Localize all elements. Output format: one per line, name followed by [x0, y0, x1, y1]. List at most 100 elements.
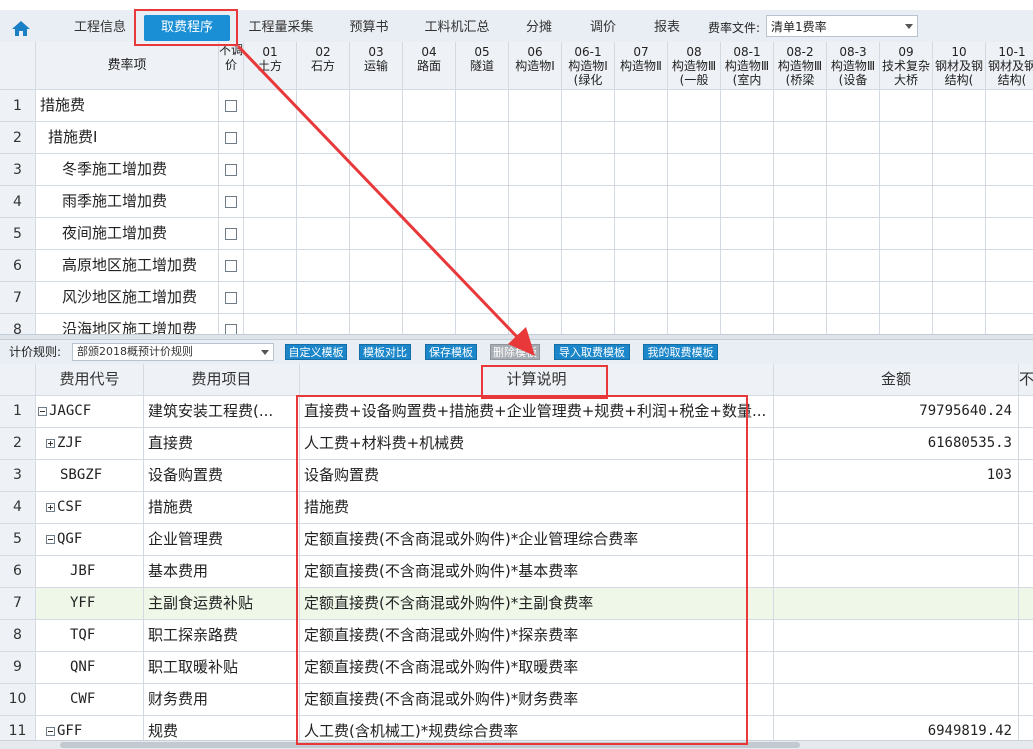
amount-cell[interactable]	[774, 684, 1019, 716]
rate-cell[interactable]	[986, 218, 1033, 250]
rate-cell[interactable]	[615, 154, 668, 186]
fee-code-cell[interactable]: CWF	[36, 684, 144, 716]
not-adjust-checkbox[interactable]	[225, 228, 237, 240]
rate-cell[interactable]	[827, 218, 880, 250]
rate-cell[interactable]	[297, 314, 350, 334]
not-adjust-checkbox[interactable]	[225, 164, 237, 176]
rate-cell[interactable]	[774, 250, 827, 282]
rate-item-name[interactable]: 高原地区施工增加费	[36, 250, 219, 282]
rate-cell[interactable]	[244, 186, 297, 218]
rate-item-name[interactable]: 沿海地区施工增加费	[36, 314, 219, 334]
rate-cell[interactable]	[456, 250, 509, 282]
rate-cell[interactable]	[668, 282, 721, 314]
rate-item-name[interactable]: 雨季施工增加费	[36, 186, 219, 218]
rate-cell[interactable]	[668, 218, 721, 250]
rate-cell[interactable]	[509, 90, 562, 122]
rate-cell[interactable]	[562, 122, 615, 154]
rate-cell[interactable]	[350, 154, 403, 186]
rate-cell[interactable]	[668, 250, 721, 282]
rate-cell[interactable]	[668, 154, 721, 186]
rate-cell[interactable]	[668, 122, 721, 154]
horizontal-scrollbar[interactable]	[0, 740, 1033, 749]
fee-item-cell[interactable]: 措施费	[144, 492, 300, 524]
rate-cell[interactable]	[721, 218, 774, 250]
fee-code-cell[interactable]: QNF	[36, 652, 144, 684]
amount-cell[interactable]	[774, 524, 1019, 556]
tab-4[interactable]: 工料机汇总	[418, 15, 496, 41]
rate-cell[interactable]	[933, 218, 986, 250]
not-adjust-checkbox[interactable]	[225, 100, 237, 112]
rate-cell[interactable]	[721, 154, 774, 186]
rate-cell[interactable]	[509, 314, 562, 334]
rate-cell[interactable]	[933, 90, 986, 122]
rate-cell[interactable]	[509, 122, 562, 154]
rate-cell[interactable]	[297, 90, 350, 122]
rate-item-name[interactable]: 风沙地区施工增加费	[36, 282, 219, 314]
rate-cell[interactable]	[456, 314, 509, 334]
rate-cell[interactable]	[880, 250, 933, 282]
fee-code-cell[interactable]: JAGCF	[36, 396, 144, 428]
rate-cell[interactable]	[562, 282, 615, 314]
rate-cell[interactable]	[350, 122, 403, 154]
calc-desc-cell[interactable]: 直接费+设备购置费+措施费+企业管理费+规费+利润+税金+数量...	[300, 396, 774, 428]
rate-cell[interactable]	[827, 90, 880, 122]
amount-cell[interactable]	[774, 588, 1019, 620]
rate-cell[interactable]	[403, 90, 456, 122]
fee-file-select[interactable]: 清单1费率	[766, 15, 918, 37]
rate-cell[interactable]	[615, 282, 668, 314]
rate-cell[interactable]	[721, 90, 774, 122]
fee-code-cell[interactable]: ZJF	[36, 428, 144, 460]
rate-cell[interactable]	[986, 314, 1033, 334]
rate-cell[interactable]	[350, 282, 403, 314]
expand-icon[interactable]	[46, 438, 55, 448]
rate-cell[interactable]	[456, 90, 509, 122]
rate-cell[interactable]	[668, 314, 721, 334]
fee-code-cell[interactable]: TQF	[36, 620, 144, 652]
rate-cell[interactable]	[721, 314, 774, 334]
rate-cell[interactable]	[986, 154, 1033, 186]
amount-cell[interactable]	[774, 556, 1019, 588]
fee-item-cell[interactable]: 企业管理费	[144, 524, 300, 556]
fee-item-cell[interactable]: 规费	[144, 716, 300, 740]
collapse-icon[interactable]	[38, 406, 47, 416]
pricing-rule-select[interactable]: 部颁2018概预计价规则	[72, 343, 274, 361]
home-icon[interactable]	[10, 18, 32, 38]
rate-cell[interactable]	[350, 186, 403, 218]
rate-cell[interactable]	[403, 186, 456, 218]
rate-cell[interactable]	[774, 282, 827, 314]
rate-cell[interactable]	[933, 186, 986, 218]
rate-cell[interactable]	[880, 314, 933, 334]
amount-cell[interactable]: 103	[774, 460, 1019, 492]
rate-cell[interactable]	[774, 314, 827, 334]
fee-item-cell[interactable]: 设备购置费	[144, 460, 300, 492]
rate-cell[interactable]	[456, 218, 509, 250]
rate-cell[interactable]	[350, 314, 403, 334]
rate-cell[interactable]	[880, 122, 933, 154]
rate-cell[interactable]	[297, 122, 350, 154]
toolbar-button-4[interactable]: 导入取费模板	[554, 344, 630, 360]
rate-cell[interactable]	[297, 282, 350, 314]
rate-item-name[interactable]: 冬季施工增加费	[36, 154, 219, 186]
rate-cell[interactable]	[403, 154, 456, 186]
rate-cell[interactable]	[933, 122, 986, 154]
toolbar-button-0[interactable]: 自定义模板	[285, 344, 347, 360]
rate-cell[interactable]	[244, 90, 297, 122]
fee-code-cell[interactable]: YFF	[36, 588, 144, 620]
rate-cell[interactable]	[986, 90, 1033, 122]
rate-cell[interactable]	[244, 250, 297, 282]
collapse-icon[interactable]	[46, 726, 55, 736]
rate-cell[interactable]	[774, 122, 827, 154]
rate-cell[interactable]	[615, 218, 668, 250]
rate-cell[interactable]	[986, 250, 1033, 282]
fee-item-cell[interactable]: 财务费用	[144, 684, 300, 716]
fee-item-cell[interactable]: 职工探亲路费	[144, 620, 300, 652]
rate-cell[interactable]	[350, 90, 403, 122]
rate-cell[interactable]	[615, 186, 668, 218]
rate-cell[interactable]	[350, 250, 403, 282]
rate-cell[interactable]	[456, 154, 509, 186]
calc-desc-cell[interactable]: 人工费+材料费+机械费	[300, 428, 774, 460]
fee-code-cell[interactable]: CSF	[36, 492, 144, 524]
rate-cell[interactable]	[827, 186, 880, 218]
amount-cell[interactable]: 6949819.42	[774, 716, 1019, 740]
rate-cell[interactable]	[456, 282, 509, 314]
